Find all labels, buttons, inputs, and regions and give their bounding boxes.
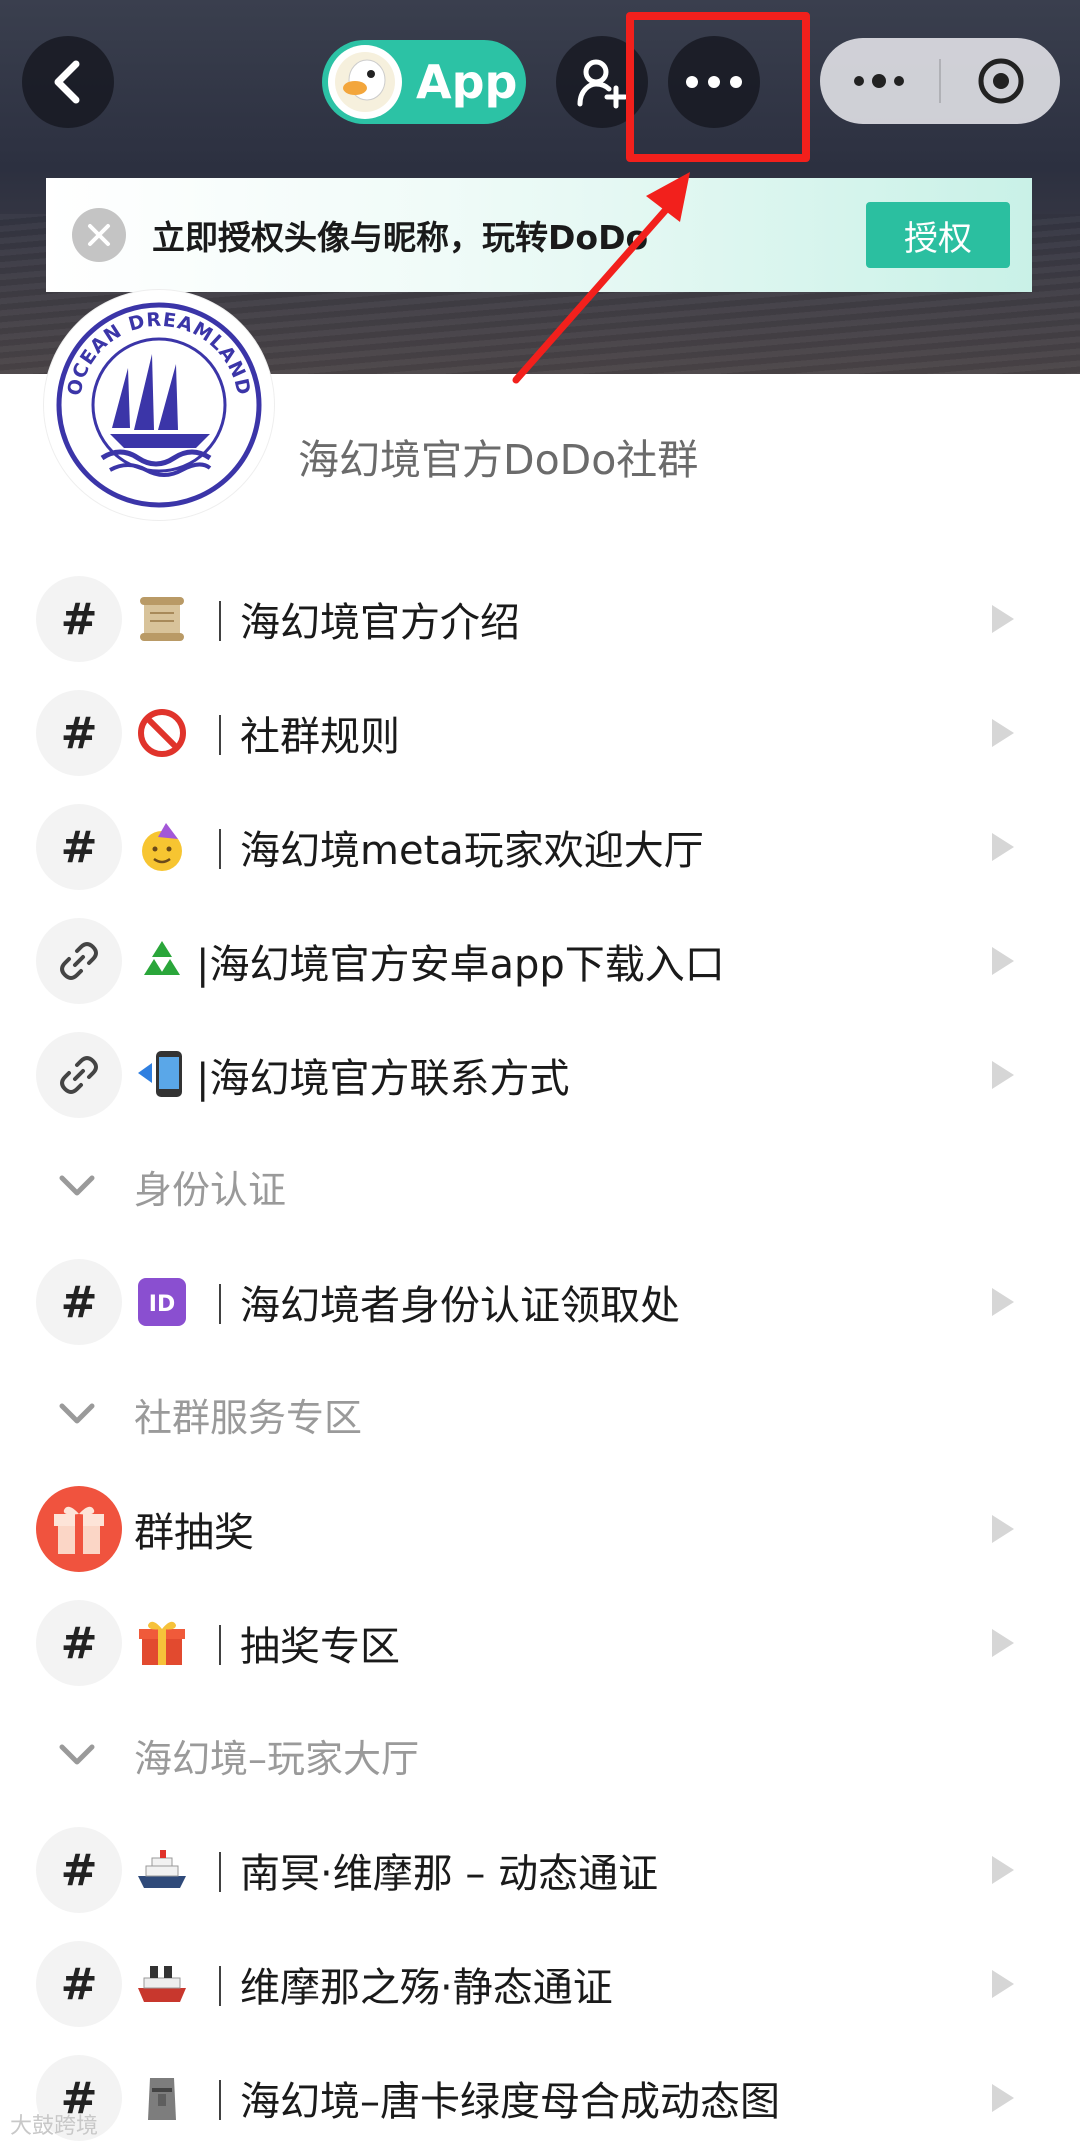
channel-row[interactable]: # ｜海幻境官方介绍 (0, 562, 1080, 676)
ocean-dreamland-logo: OCEAN DREAMLAND (56, 302, 262, 508)
lottery-name: 群抽奖 (134, 1510, 254, 1556)
channel-name: |海幻境官方联系方式 (196, 1056, 570, 1102)
category-header-identity[interactable]: 身份认证 (0, 1146, 1080, 1226)
chevron-left-icon (54, 60, 80, 104)
dodo-duck-logo (328, 45, 402, 119)
category-label: 海幻境–玩家大厅 (134, 1736, 420, 1781)
svg-text:ID: ID (149, 1292, 175, 1317)
hash-icon: # (36, 1259, 122, 1345)
channel-name: ｜维摩那之殇·静态通证 (200, 1965, 613, 2011)
play-arrow-icon (992, 1970, 1014, 1998)
channel-name: |海幻境官方安卓app下载入口 (196, 942, 725, 988)
chevron-down-icon (59, 1744, 95, 1765)
channel-row[interactable]: # ｜南冥·维摩那 – 动态通证 (0, 1813, 1080, 1927)
channel-row[interactable]: # ｜海幻境–唐卡绿度母合成动态图 (0, 2041, 1080, 2155)
capsule-more-button[interactable] (820, 38, 939, 124)
watermark-text: 大鼓跨境 (10, 2114, 99, 2139)
play-arrow-icon (992, 719, 1014, 747)
highlight-box (626, 12, 810, 162)
channel-name: ｜海幻境meta玩家欢迎大厅 (200, 828, 704, 874)
play-arrow-icon (992, 1629, 1014, 1657)
recycle-emoji-icon (144, 941, 180, 975)
close-banner-button[interactable] (72, 208, 126, 262)
play-arrow-icon (992, 2084, 1014, 2112)
id-emoji-icon: ID (138, 1278, 186, 1326)
link-icon-wrap (36, 1032, 122, 1118)
channel-name: ｜海幻境–唐卡绿度母合成动态图 (200, 2079, 780, 2125)
play-arrow-icon (992, 833, 1014, 861)
hash-icon: # (36, 804, 122, 890)
link-icon-wrap (36, 918, 122, 1004)
channel-row[interactable]: # ｜海幻境meta玩家欢迎大厅 (0, 790, 1080, 904)
party-face-emoji-icon (142, 823, 182, 871)
scroll-emoji-icon (140, 597, 184, 641)
play-arrow-icon (992, 1515, 1014, 1543)
category-label: 身份认证 (134, 1167, 287, 1212)
link-icon (60, 942, 98, 980)
chevron-down-icon (59, 1175, 95, 1196)
channel-row[interactable]: # ID ｜海幻境者身份认证领取处 (0, 1245, 1080, 1359)
channel-name: ｜抽奖专区 (200, 1624, 400, 1670)
category-header-lobby[interactable]: 海幻境–玩家大厅 (0, 1715, 1080, 1795)
auth-banner-text: 立即授权头像与昵称，玩转DoDo (152, 218, 649, 257)
cruise-ship-emoji-icon (138, 1850, 186, 1888)
category-label: 社群服务专区 (134, 1395, 363, 1440)
gift-box-icon-wrap (36, 1486, 122, 1572)
hash-icon: # (36, 690, 122, 776)
hash-icon: # (36, 1941, 122, 2027)
category-header-service[interactable]: 社群服务专区 (0, 1374, 1080, 1454)
mini-program-capsule (820, 38, 1060, 124)
hash-icon: # (36, 1600, 122, 1686)
gift-emoji-icon (139, 1621, 185, 1665)
link-channel-row[interactable]: |海幻境官方联系方式 (0, 1018, 1080, 1132)
chevron-down-icon (59, 1403, 95, 1424)
back-button[interactable] (22, 36, 114, 128)
authorize-button[interactable]: 授权 (866, 202, 1010, 268)
capsule-ellipsis-icon (853, 74, 904, 88)
add-user-icon (577, 59, 628, 109)
phone-arrow-emoji-icon (138, 1051, 182, 1097)
gift-box-icon (54, 1506, 104, 1554)
open-app-button[interactable]: App (322, 40, 526, 124)
capsule-close-button[interactable] (941, 38, 1060, 124)
link-channel-row[interactable]: |海幻境官方安卓app下载入口 (0, 904, 1080, 1018)
hash-icon: # (36, 1827, 122, 1913)
auth-banner: 立即授权头像与昵称，玩转DoDo 授权 (46, 178, 1032, 292)
app-label: App (416, 55, 518, 109)
channel-name: ｜海幻境官方介绍 (200, 600, 520, 646)
hash-icon: # (36, 576, 122, 662)
moai-emoji-icon (148, 2078, 176, 2120)
play-arrow-icon (992, 947, 1014, 975)
channel-name: ｜海幻境者身份认证领取处 (200, 1283, 680, 1329)
channel-name: ｜南冥·维摩那 – 动态通证 (200, 1851, 659, 1897)
server-avatar[interactable]: OCEAN DREAMLAND (44, 290, 274, 520)
channel-row[interactable]: # ｜维摩那之殇·静态通证 (0, 1927, 1080, 2041)
target-icon (978, 58, 1023, 104)
close-icon (88, 224, 110, 246)
play-arrow-icon (992, 1856, 1014, 1884)
ship-emoji-icon (138, 1966, 186, 2002)
no-entry-emoji-icon (138, 709, 186, 757)
channel-row[interactable]: # ｜抽奖专区 (0, 1586, 1080, 1700)
lottery-row[interactable]: 群抽奖 (0, 1472, 1080, 1586)
channel-row[interactable]: # ｜社群规则 (0, 676, 1080, 790)
play-arrow-icon (992, 1288, 1014, 1316)
channel-name: ｜社群规则 (200, 714, 400, 760)
link-icon (60, 1056, 98, 1094)
play-arrow-icon (992, 1061, 1014, 1089)
server-name: 海幻境官方DoDo社群 (298, 436, 699, 484)
play-arrow-icon (992, 605, 1014, 633)
